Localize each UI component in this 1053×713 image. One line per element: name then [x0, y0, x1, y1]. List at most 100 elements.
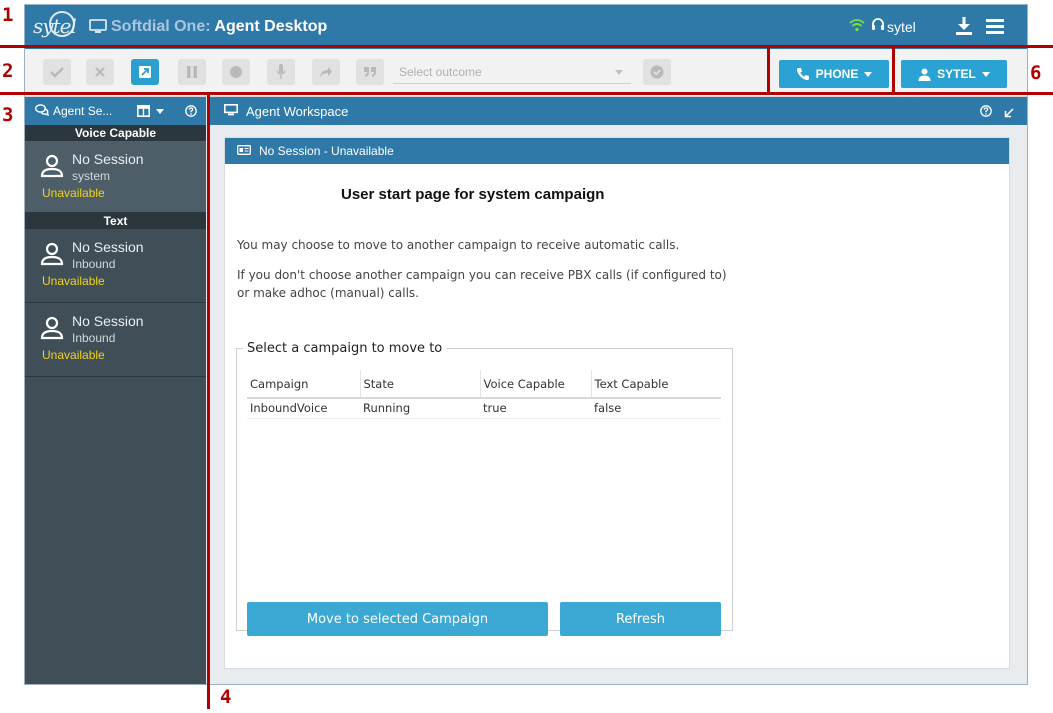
phone-status-label: sytel	[887, 18, 916, 35]
record-icon	[230, 66, 242, 78]
column-header[interactable]: State	[359, 370, 480, 399]
check-icon	[50, 67, 64, 78]
callout-1: 1	[2, 4, 14, 26]
table-cell: Running	[360, 398, 480, 419]
download-icon[interactable]	[954, 15, 974, 42]
screenshot-stage: 1 2 3 4 5 6 sytel Softdial One: Agent De…	[0, 0, 1053, 713]
agent-desktop-window: sytel Softdial One: Agent Desktop sytel	[24, 4, 1028, 685]
column-header[interactable]: Campaign	[247, 370, 360, 399]
collapse-arrow-icon[interactable]	[1004, 106, 1014, 121]
phone-status[interactable]: sytel	[871, 18, 916, 35]
agent-session-name: No Session	[72, 313, 144, 329]
outcome-select[interactable]: Select outcome	[393, 60, 631, 84]
monitor-icon	[89, 19, 107, 40]
phone-dropdown-button[interactable]: PHONE	[779, 60, 889, 88]
callout-4: 4	[220, 686, 232, 708]
call-control-toolbar: Select outcome PHONE SYTEL	[25, 49, 1027, 97]
dial-button[interactable]	[131, 59, 159, 85]
quote-icon	[364, 67, 376, 77]
sytel-logo: sytel	[33, 11, 77, 41]
logo-text: sytel	[33, 14, 77, 38]
agent-session-item[interactable]: No Session Inbound Unavailable	[25, 229, 206, 303]
section-voice-capable: Voice Capable	[25, 125, 206, 141]
person-icon	[40, 242, 64, 271]
annotation-line	[0, 45, 1053, 48]
user-icon	[918, 68, 931, 81]
agent-sessions-sidebar: Agent Se... Voice Capable No Session sys…	[25, 97, 206, 684]
annotation-line	[767, 45, 770, 94]
pbx-paragraph: If you don't choose another campaign you…	[237, 268, 727, 300]
close-icon	[95, 67, 105, 77]
hold-button[interactable]	[178, 59, 206, 85]
pause-icon	[187, 66, 197, 78]
table-cell: false	[591, 398, 721, 419]
table-cell: InboundVoice	[247, 398, 360, 419]
chat-bubbles-icon	[34, 103, 50, 119]
chevron-down-icon	[615, 70, 623, 75]
forward-arrow-icon	[320, 67, 332, 77]
campaign-table: Campaign State Voice Capable Text Capabl…	[247, 370, 721, 419]
agent-session-item[interactable]: No Session Inbound Unavailable	[25, 303, 206, 377]
sidebar-title: Agent Se...	[53, 104, 113, 118]
table-row[interactable]: InboundVoice Running true false	[247, 398, 721, 419]
agent-session-status: Unavailable	[42, 186, 105, 200]
help-icon[interactable]	[185, 105, 197, 120]
title-bar: sytel Softdial One: Agent Desktop sytel	[25, 5, 1027, 49]
workspace-title: Agent Workspace	[246, 103, 349, 119]
monitor-icon	[224, 103, 238, 119]
campaign-selector-legend: Select a campaign to move to	[247, 341, 443, 356]
callout-6: 6	[1030, 62, 1042, 84]
start-page-heading: User start page for system campaign	[341, 186, 605, 203]
column-header[interactable]: Voice Capable	[479, 370, 591, 399]
column-header[interactable]: Text Capable	[590, 370, 721, 399]
id-card-icon	[237, 144, 251, 158]
user-dropdown-button[interactable]: SYTEL	[901, 60, 1007, 88]
hamburger-menu-icon[interactable]	[986, 17, 1004, 40]
agent-session-campaign: Inbound	[72, 257, 116, 271]
phone-icon	[796, 68, 809, 81]
user-dropdown-label: SYTEL	[937, 67, 976, 81]
microphone-icon	[276, 64, 286, 79]
person-icon	[40, 154, 64, 183]
workspace-header: Agent Workspace	[210, 97, 1027, 125]
reject-button[interactable]	[86, 59, 114, 85]
person-icon	[40, 316, 64, 345]
check-circle-icon	[650, 65, 664, 79]
agent-session-item[interactable]: No Session system Unavailable	[25, 141, 206, 213]
annotation-line	[0, 92, 1053, 95]
headset-icon	[871, 18, 885, 35]
accept-button[interactable]	[43, 59, 71, 85]
annotation-line	[892, 45, 895, 94]
app-title-prefix: Softdial One:	[111, 18, 215, 35]
outcome-select-placeholder: Select outcome	[399, 65, 482, 79]
agent-session-campaign: system	[72, 169, 111, 183]
session-panel-header: No Session - Unavailable	[225, 138, 1009, 164]
callout-2: 2	[2, 60, 14, 82]
columns-layout-icon[interactable]	[137, 105, 150, 120]
wifi-icon	[849, 18, 865, 37]
callout-3: 3	[2, 104, 14, 126]
phone-dropdown-label: PHONE	[815, 67, 859, 81]
help-icon[interactable]	[980, 105, 992, 120]
chevron-down-icon	[981, 71, 990, 77]
session-panel-title: No Session - Unavailable	[259, 144, 394, 158]
campaign-selector: Select a campaign to move to Campaign St…	[236, 341, 733, 636]
submit-outcome-button[interactable]	[643, 59, 671, 85]
agent-session-name: No Session	[72, 239, 144, 255]
refresh-button[interactable]: Refresh	[560, 602, 721, 636]
intro-paragraph: You may choose to move to another campai…	[237, 238, 680, 252]
record-button[interactable]	[222, 59, 250, 85]
agent-session-status: Unavailable	[42, 274, 105, 288]
script-button[interactable]	[356, 59, 384, 85]
chevron-down-icon[interactable]	[156, 109, 164, 114]
transfer-button[interactable]	[312, 59, 340, 85]
agent-session-campaign: Inbound	[72, 331, 116, 345]
section-text: Text	[25, 213, 206, 229]
move-to-campaign-button[interactable]: Move to selected Campaign	[247, 602, 548, 636]
app-title-main: Agent Desktop	[214, 18, 328, 35]
mute-button[interactable]	[267, 59, 295, 85]
agent-session-name: No Session	[72, 151, 144, 167]
agent-workspace: Agent Workspace No Session - Unavailable…	[210, 97, 1027, 684]
sidebar-header: Agent Se...	[25, 97, 206, 125]
agent-session-status: Unavailable	[42, 348, 105, 362]
